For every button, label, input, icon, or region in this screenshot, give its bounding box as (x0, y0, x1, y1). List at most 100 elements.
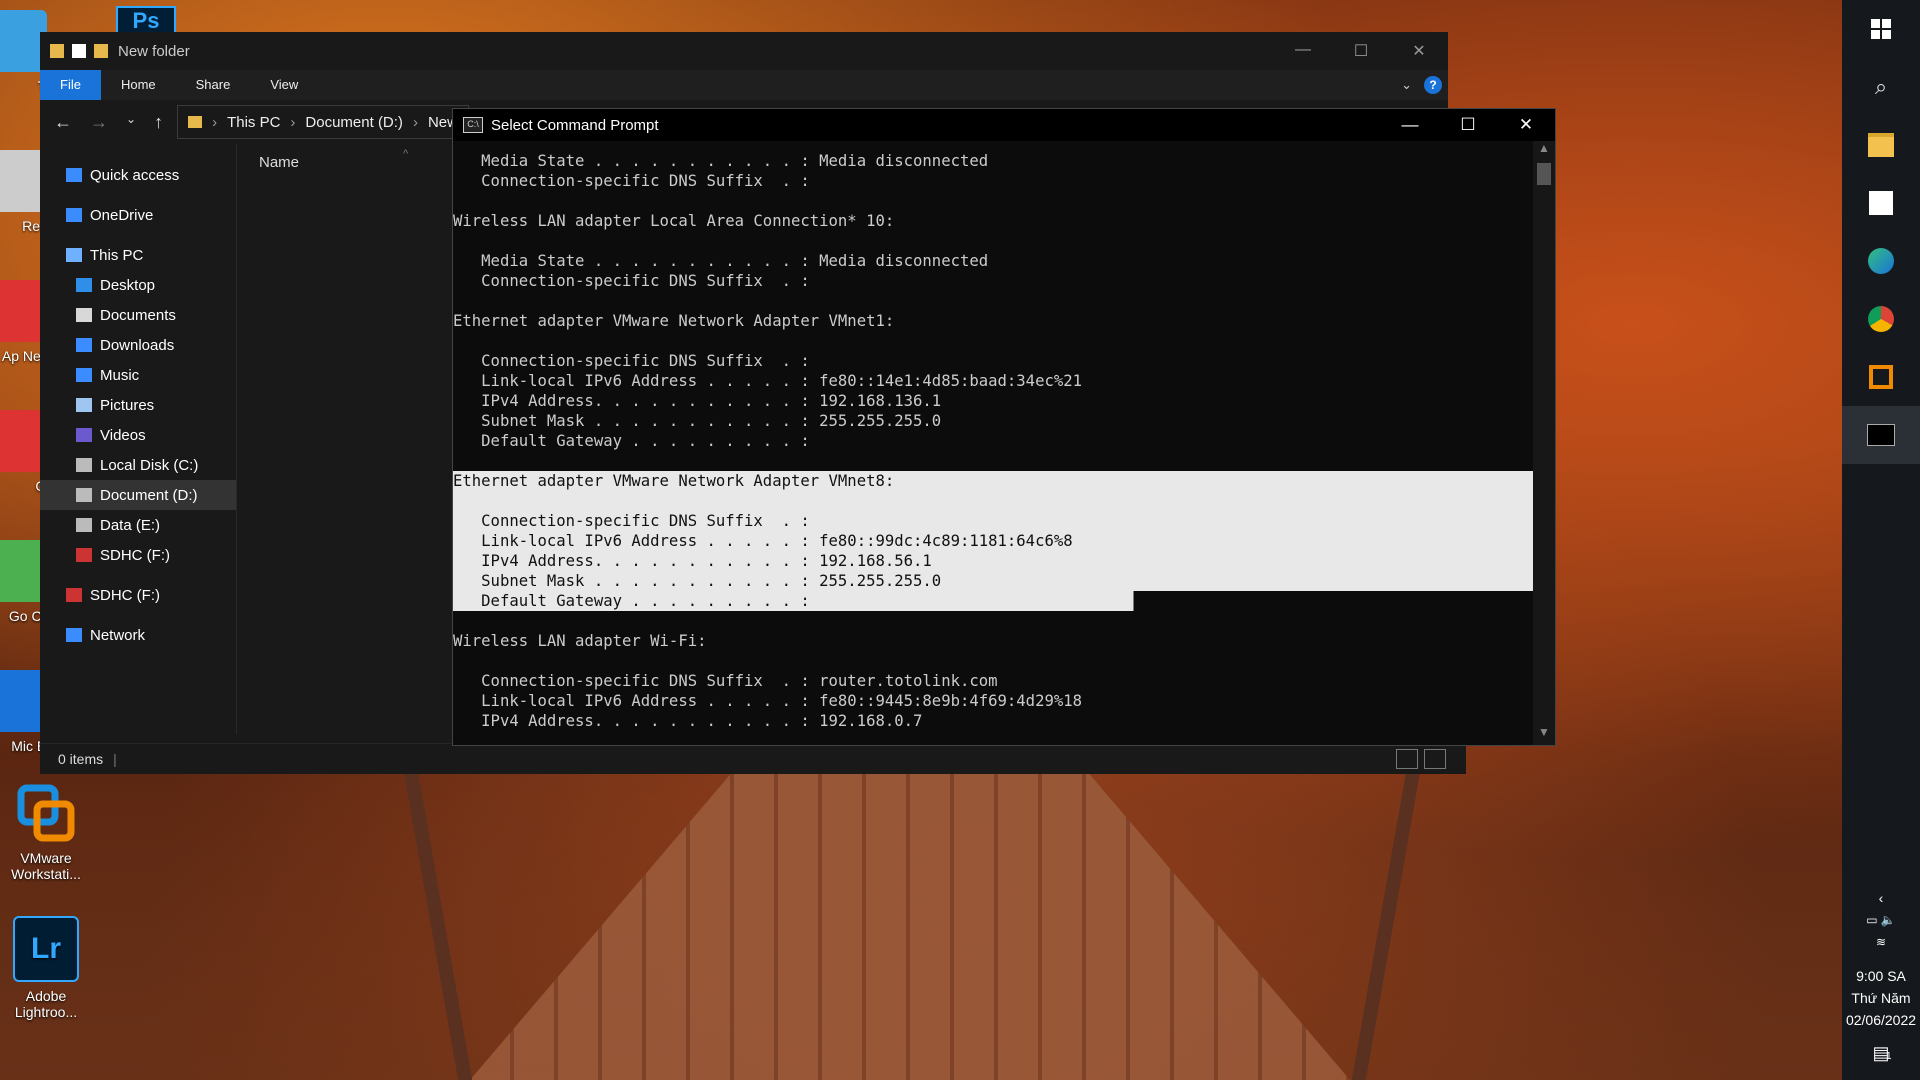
vmware-icon (15, 782, 77, 844)
sidebar-item-icon (76, 488, 92, 502)
vmware-taskbar-icon[interactable] (1842, 348, 1920, 406)
sidebar-item[interactable]: Local Disk (C:) (40, 450, 236, 480)
maximize-button[interactable]: ☐ (1439, 115, 1497, 135)
back-icon[interactable]: ← (54, 112, 72, 133)
sidebar-item[interactable]: OneDrive (40, 200, 236, 230)
console-line: Connection-specific DNS Suffix . : (453, 172, 810, 190)
sidebar-item[interactable]: Documents (40, 300, 236, 330)
minimize-button[interactable]: — (1274, 41, 1332, 61)
column-header-name[interactable]: Name (259, 154, 299, 171)
window-title: New folder (118, 42, 190, 60)
sidebar-item[interactable]: Pictures (40, 390, 236, 420)
scroll-thumb[interactable] (1537, 163, 1551, 185)
windows-icon (1871, 19, 1891, 39)
show-hidden-icons-icon[interactable]: ‹ (1842, 887, 1920, 909)
battery-volume-icons[interactable]: ▭ 🔈 (1842, 909, 1920, 931)
expand-ribbon-icon[interactable]: ⌄ (1401, 77, 1412, 93)
console-line: Connection-specific DNS Suffix . : (453, 272, 810, 290)
sidebar-item-icon (66, 628, 82, 642)
sidebar-item-icon (66, 588, 82, 602)
large-icons-view-button[interactable] (1424, 749, 1446, 769)
search-icon[interactable]: ⌕ (1842, 58, 1920, 116)
properties-icon[interactable] (72, 44, 86, 58)
sidebar-item-icon (76, 428, 92, 442)
breadcrumb-item[interactable]: This PC (227, 114, 280, 131)
scroll-down-icon[interactable]: ▼ (1533, 725, 1555, 745)
sidebar-item[interactable]: Quick access (40, 160, 236, 190)
clock-day: Thứ Năm (1851, 990, 1911, 1006)
start-button[interactable] (1842, 0, 1920, 58)
sidebar-item[interactable]: Desktop (40, 270, 236, 300)
navigation-pane: Quick access OneDrive This PC Desktop Docume… (40, 144, 236, 734)
tab-share[interactable]: Share (176, 70, 251, 100)
clock-time: 9:00 SA (1856, 968, 1906, 984)
scrollbar[interactable]: ▲ ▼ (1533, 141, 1555, 745)
sidebar-item[interactable]: This PC (40, 240, 236, 270)
window-title: Select Command Prompt (491, 116, 659, 134)
sidebar-item[interactable]: Videos (40, 420, 236, 450)
clock[interactable]: 9:00 SA Thứ Năm 02/06/2022 (1842, 965, 1920, 1031)
help-icon[interactable]: ? (1424, 76, 1442, 94)
microsoft-store-icon[interactable] (1842, 174, 1920, 232)
close-button[interactable]: ✕ (1497, 115, 1555, 135)
forward-icon[interactable]: → (90, 112, 108, 133)
chrome-icon[interactable] (1842, 290, 1920, 348)
notifications-button[interactable]: ▤ 1 (1842, 1043, 1920, 1064)
chevron-right-icon: › (290, 113, 296, 131)
taskbar: ⌕ ‹ ▭ 🔈 ≋ 9:00 SA Thứ Năm 02/06/2022 ▤ 1 (1842, 0, 1920, 1080)
sidebar-item-icon (76, 338, 92, 352)
sidebar-item-icon (66, 248, 82, 262)
folder-icon[interactable] (50, 44, 64, 58)
status-bar: 0 items | (40, 743, 1466, 774)
console-line: Default Gateway . . . . . . . . . : (453, 591, 1533, 611)
recent-locations-icon[interactable]: ⌄ (126, 112, 136, 133)
maximize-button[interactable]: ☐ (1332, 41, 1390, 61)
console-line: Link-local IPv6 Address . . . . . : fe80… (453, 372, 1083, 390)
desktop-icon-lightroom[interactable]: Lr Adobe Lightroo... (0, 916, 92, 1020)
background-bridge (470, 770, 1350, 1080)
console-line: Link-local IPv6 Address . . . . . : fe80… (453, 531, 1533, 551)
tab-view[interactable]: View (250, 70, 318, 100)
clock-date: 02/06/2022 (1845, 1012, 1917, 1028)
sidebar-item-label: Downloads (100, 336, 175, 354)
desktop-icon-vmware[interactable]: VMware Workstati... (0, 782, 92, 882)
sidebar-item[interactable]: SDHC (F:) (40, 580, 236, 610)
minimize-button[interactable]: — (1381, 115, 1439, 135)
sidebar-item[interactable]: Downloads (40, 330, 236, 360)
tab-file[interactable]: File (40, 70, 101, 100)
sidebar-item-icon (76, 278, 92, 292)
edge-icon[interactable] (1842, 232, 1920, 290)
scroll-up-icon[interactable]: ▲ (1533, 141, 1555, 161)
details-view-button[interactable] (1396, 749, 1418, 769)
sidebar-item[interactable]: Data (E:) (40, 510, 236, 540)
console-line: Subnet Mask . . . . . . . . . . . : 255.… (453, 571, 1533, 591)
cmd-taskbar-icon[interactable] (1842, 406, 1920, 464)
sidebar-item-label: Network (90, 626, 146, 644)
sidebar-item-label: SDHC (F:) (90, 586, 160, 604)
command-prompt-window: C:\ Select Command Prompt — ☐ ✕ Media St… (452, 108, 1556, 746)
quick-access-toolbar (50, 44, 108, 58)
sidebar-item[interactable]: SDHC (F:) (40, 540, 236, 570)
sidebar-item-icon (66, 168, 82, 182)
sidebar-item[interactable]: Document (D:) (40, 480, 236, 510)
sidebar-item-label: Document (D:) (100, 486, 198, 504)
cmd-titlebar: C:\ Select Command Prompt — ☐ ✕ (453, 109, 1555, 141)
file-explorer-taskbar-icon[interactable] (1842, 116, 1920, 174)
tab-home[interactable]: Home (101, 70, 176, 100)
up-icon[interactable]: ↑ (154, 112, 163, 133)
console-line: Wireless LAN adapter Wi-Fi: (453, 632, 707, 650)
close-button[interactable]: ✕ (1390, 41, 1448, 61)
wifi-icon[interactable]: ≋ (1842, 931, 1920, 953)
breadcrumb-item[interactable]: Document (D:) (305, 114, 403, 131)
desktop-icon-label: Adobe Lightroo... (14, 988, 78, 1020)
sidebar-item[interactable]: Network (40, 620, 236, 650)
breadcrumb[interactable]: › This PC › Document (D:) › New (177, 105, 469, 139)
console-output[interactable]: Media State . . . . . . . . . . . : Medi… (453, 141, 1533, 745)
sidebar-item[interactable]: Music (40, 360, 236, 390)
chevron-right-icon: › (412, 113, 418, 131)
new-folder-icon[interactable] (94, 44, 108, 58)
